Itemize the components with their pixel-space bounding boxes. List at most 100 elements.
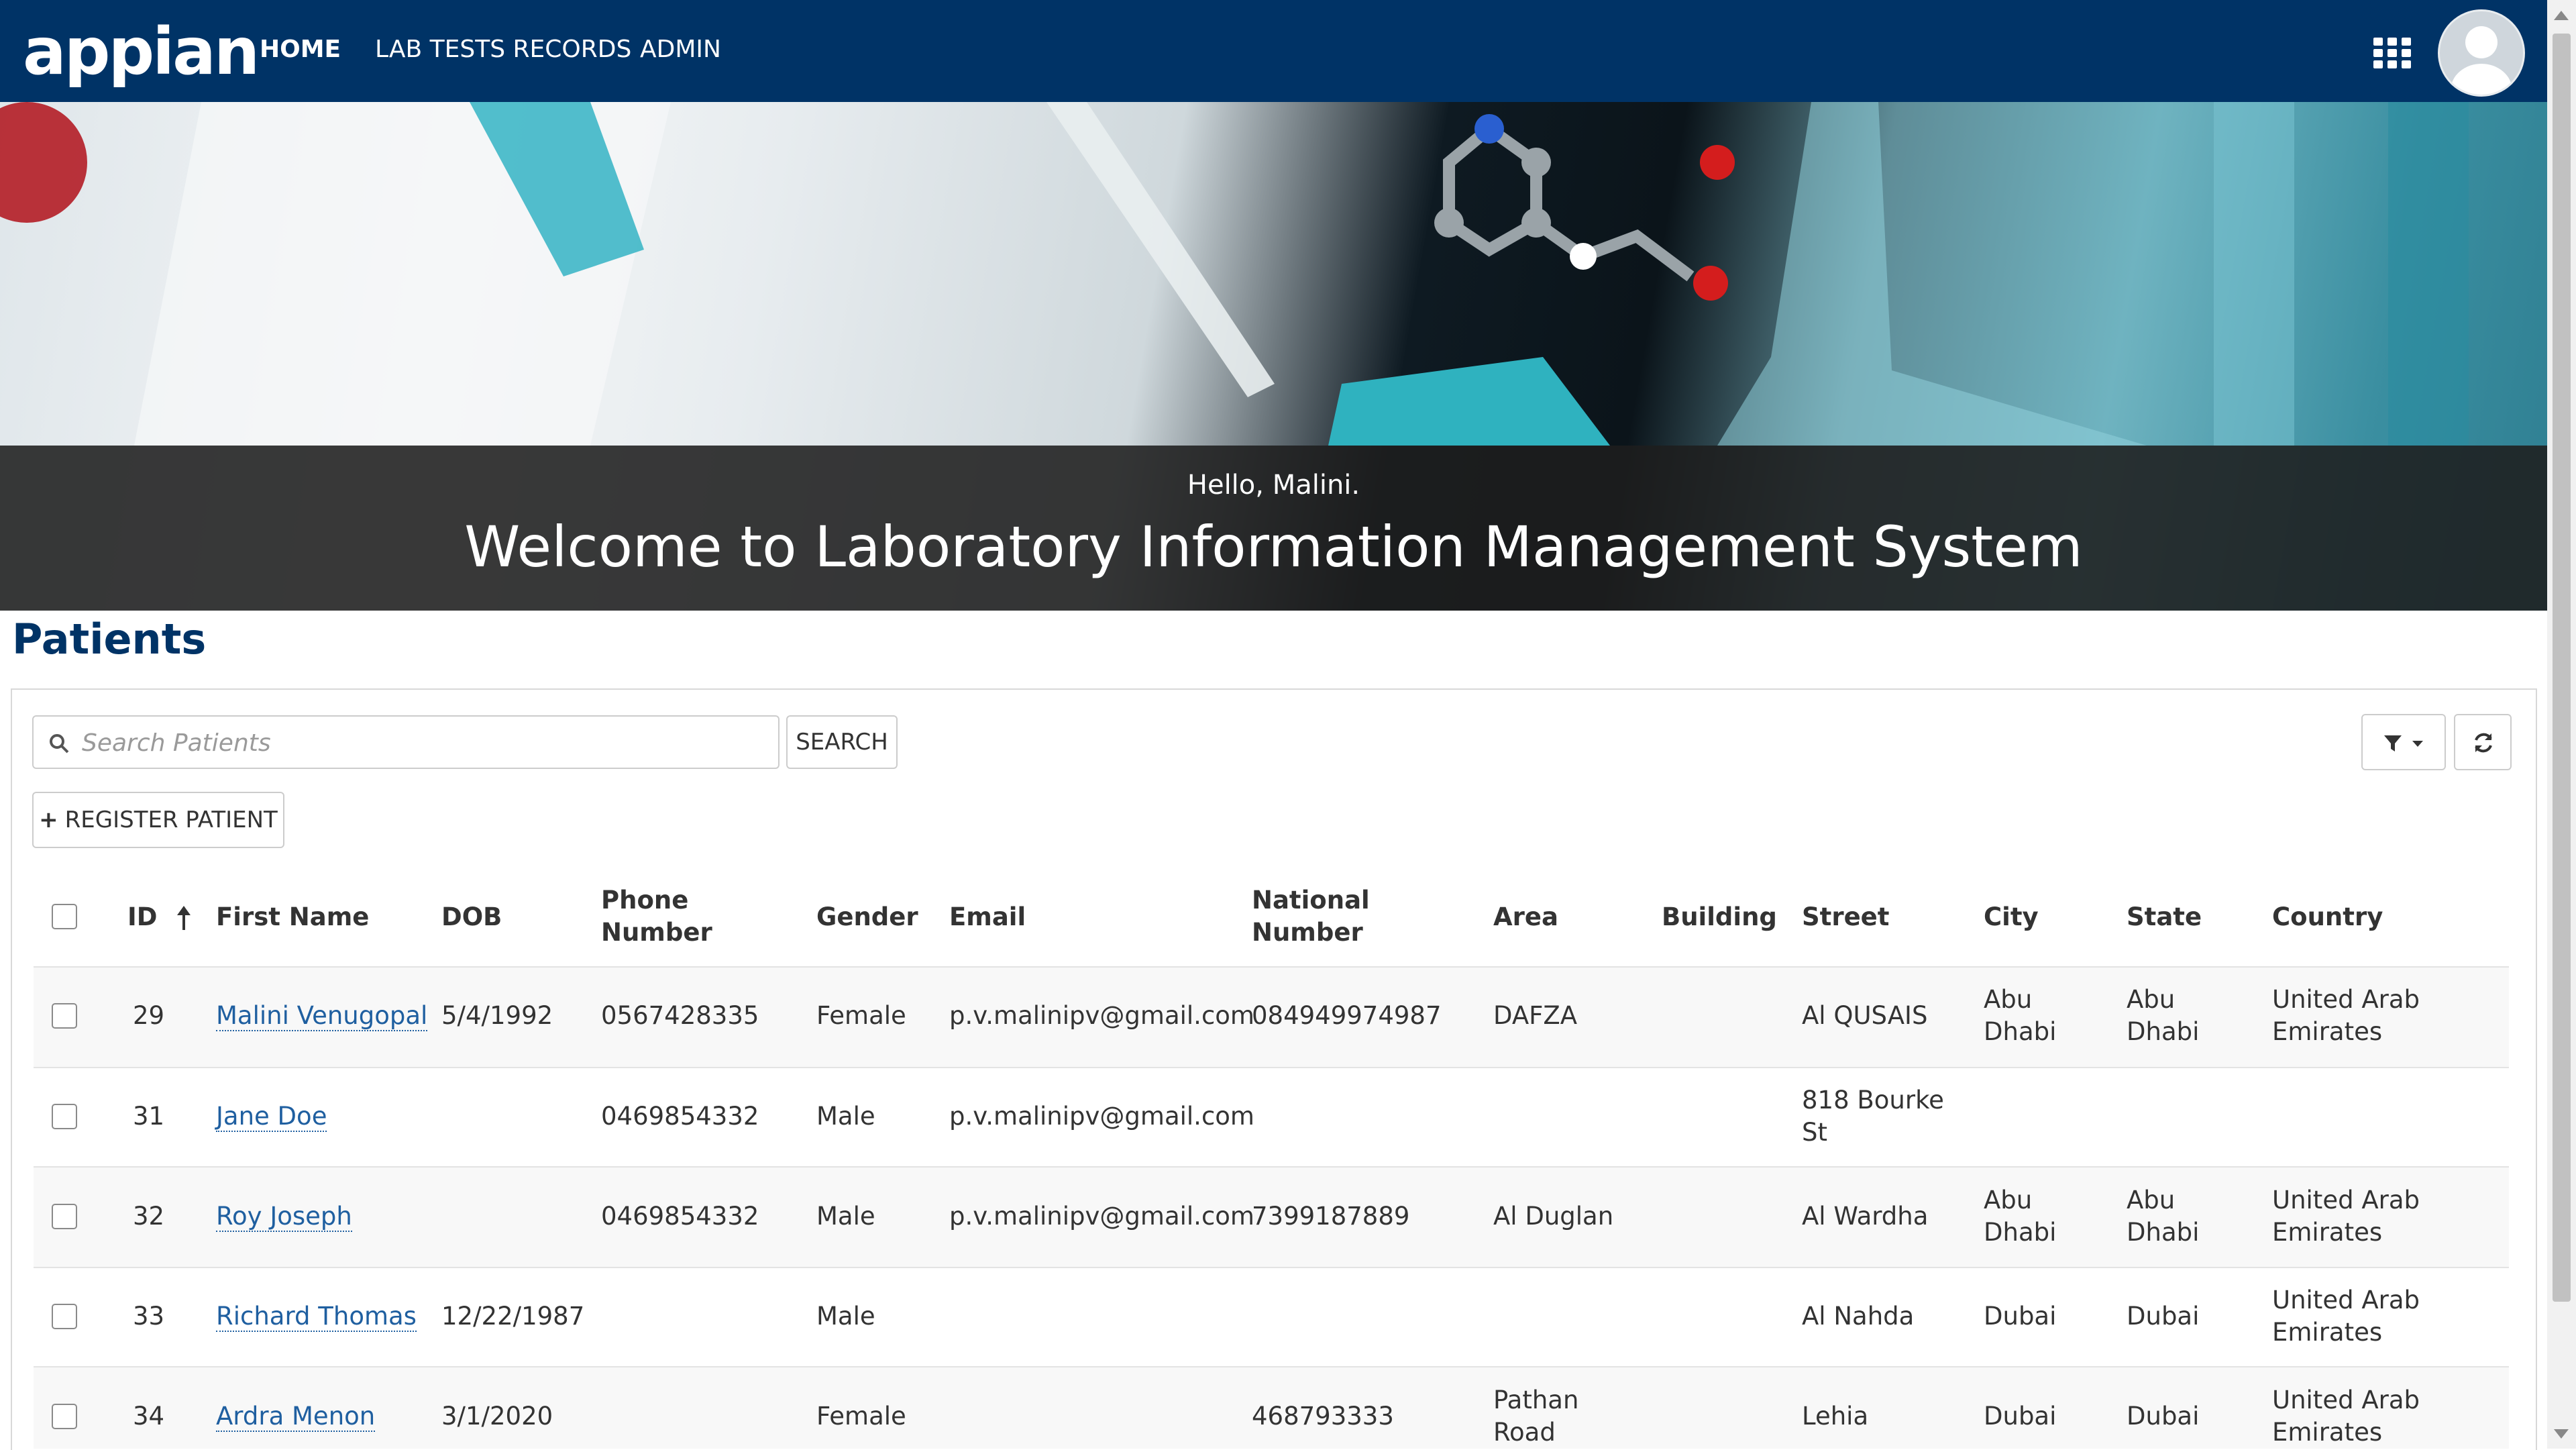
search-button[interactable]: SEARCH <box>786 715 898 769</box>
nav-admin[interactable]: ADMIN <box>640 32 721 67</box>
column-header-id[interactable]: ID <box>127 901 157 933</box>
row-divider <box>34 1366 2509 1367</box>
filter-icon <box>2384 735 2402 752</box>
column-header-street[interactable]: Street <box>1802 901 1889 933</box>
column-header-building[interactable]: Building <box>1662 901 1777 933</box>
cell-street: Al Nahda <box>1802 1302 1915 1331</box>
patient-name-text[interactable]: Malini Venugopal <box>216 1001 428 1031</box>
select-all-checkbox[interactable] <box>52 904 77 929</box>
cell-country-line2: Emirates <box>2272 1218 2383 1247</box>
scroll-up-arrow[interactable] <box>2554 11 2569 20</box>
column-header-state[interactable]: State <box>2127 901 2202 933</box>
cell-city: Dubai <box>1984 1402 2057 1431</box>
cell-gender: Female <box>816 1402 906 1431</box>
cell-id: 33 <box>133 1302 165 1331</box>
avatar[interactable] <box>2438 9 2525 97</box>
cell-dob: 12/22/1987 <box>441 1302 585 1331</box>
nav-home[interactable]: HOME <box>260 32 341 67</box>
cell-street: Al Wardha <box>1802 1202 1929 1231</box>
cell-dob: 5/4/1992 <box>441 1001 553 1030</box>
cell-national-number: 084949974987 <box>1252 1001 1442 1030</box>
cell-state-line1: Abu <box>2127 985 2176 1014</box>
hero-banner: Hello, Malini. Welcome to Laboratory Inf… <box>0 102 2547 611</box>
cell-gender: Female <box>816 1001 906 1030</box>
patient-name-text[interactable]: Roy Joseph <box>216 1202 352 1232</box>
cell-state: Dubai <box>2127 1302 2200 1331</box>
row-checkbox[interactable] <box>52 1003 77 1029</box>
cell-country-line1: United Arab <box>2272 1286 2420 1314</box>
row-checkbox[interactable] <box>52 1404 77 1429</box>
row-checkbox[interactable] <box>52 1204 77 1229</box>
cell-city-line1: Abu <box>1984 1186 2033 1214</box>
page-title: Patients <box>12 615 207 664</box>
column-header-first-name[interactable]: First Name <box>216 901 369 933</box>
cell-phone: 0469854332 <box>601 1102 759 1131</box>
search-input-wrapper[interactable] <box>32 715 780 769</box>
scroll-down-arrow[interactable] <box>2554 1429 2569 1439</box>
refresh-button[interactable] <box>2454 714 2512 770</box>
column-header-gender[interactable]: Gender <box>816 901 918 933</box>
cell-city: Dubai <box>1984 1302 2057 1331</box>
nav-lab-tests-records[interactable]: LAB TESTS RECORDS <box>375 32 631 67</box>
column-header-national-line1[interactable]: National <box>1252 884 1370 917</box>
column-header-city[interactable]: City <box>1984 901 2039 933</box>
row-divider <box>34 1067 2509 1068</box>
patient-name-text[interactable]: Richard Thomas <box>216 1302 417 1332</box>
cell-gender: Male <box>816 1302 875 1331</box>
appian-logo[interactable]: appian <box>23 15 260 89</box>
column-header-national-line2[interactable]: Number <box>1252 917 1363 949</box>
search-icon <box>50 734 69 754</box>
column-header-dob[interactable]: DOB <box>441 901 502 933</box>
sort-up-icon[interactable] <box>176 904 192 931</box>
patient-name-link[interactable]: Roy Joseph <box>216 1200 352 1233</box>
cell-country-line1: United Arab <box>2272 1386 2420 1414</box>
top-nav: appian HOME LAB TESTS RECORDS ADMIN <box>0 0 2547 102</box>
cell-street: Al QUSAIS <box>1802 1001 1928 1030</box>
patient-name-text[interactable]: Ardra Menon <box>216 1402 376 1432</box>
cell-phone: 0469854332 <box>601 1202 759 1231</box>
page-scrollbar[interactable] <box>2547 0 2576 1449</box>
patient-name-link[interactable]: Malini Venugopal <box>216 1000 428 1032</box>
cell-area-line2: Road <box>1493 1418 1556 1447</box>
cell-country-line2: Emirates <box>2272 1017 2383 1046</box>
filter-dropdown-button[interactable] <box>2361 714 2446 770</box>
refresh-icon <box>2475 733 2492 753</box>
cell-street: Lehia <box>1802 1402 1869 1431</box>
scroll-thumb[interactable] <box>2553 34 2571 1302</box>
cell-state-line1: Abu <box>2127 1186 2176 1214</box>
app-grid-icon[interactable] <box>2373 38 2411 68</box>
cell-state-line2: Dhabi <box>2127 1218 2200 1247</box>
cell-country-line2: Emirates <box>2272 1318 2383 1347</box>
column-header-area[interactable]: Area <box>1493 901 1558 933</box>
search-input[interactable] <box>80 726 767 760</box>
cell-state: Dubai <box>2127 1402 2200 1431</box>
column-header-phone-line1[interactable]: Phone <box>601 884 688 917</box>
cell-street-line1: 818 Bourke <box>1802 1086 1944 1115</box>
column-header-country[interactable]: Country <box>2272 901 2383 933</box>
patient-name-link[interactable]: Jane Doe <box>216 1100 327 1133</box>
cell-area: DAFZA <box>1493 1001 1578 1030</box>
cell-gender: Male <box>816 1202 875 1231</box>
cell-country-line1: United Arab <box>2272 985 2420 1014</box>
cell-id: 29 <box>133 1001 165 1030</box>
column-header-phone-line2[interactable]: Number <box>601 917 712 949</box>
patient-name-link[interactable]: Ardra Menon <box>216 1400 376 1433</box>
cell-id: 34 <box>133 1402 165 1431</box>
welcome-heading: Welcome to Laboratory Information Manage… <box>464 514 2083 580</box>
cell-email: p.v.malinipv@gmail.com <box>949 1202 1254 1231</box>
register-patient-button[interactable]: + REGISTER PATIENT <box>32 792 284 848</box>
cell-email: p.v.malinipv@gmail.com <box>949 1102 1254 1131</box>
cell-city-line1: Abu <box>1984 985 2033 1014</box>
cell-gender: Male <box>816 1102 875 1131</box>
cell-city-line2: Dhabi <box>1984 1017 2057 1046</box>
row-checkbox[interactable] <box>52 1104 77 1129</box>
row-divider <box>34 966 2509 968</box>
row-checkbox[interactable] <box>52 1304 77 1329</box>
cell-area: Al Duglan <box>1493 1202 1614 1231</box>
register-patient-label: REGISTER PATIENT <box>64 807 278 833</box>
patient-name-link[interactable]: Richard Thomas <box>216 1300 417 1333</box>
cell-email: p.v.malinipv@gmail.com <box>949 1001 1254 1030</box>
column-header-email[interactable]: Email <box>949 901 1026 933</box>
patient-name-text[interactable]: Jane Doe <box>216 1102 327 1132</box>
greeting-text: Hello, Malini. <box>1187 470 1360 501</box>
